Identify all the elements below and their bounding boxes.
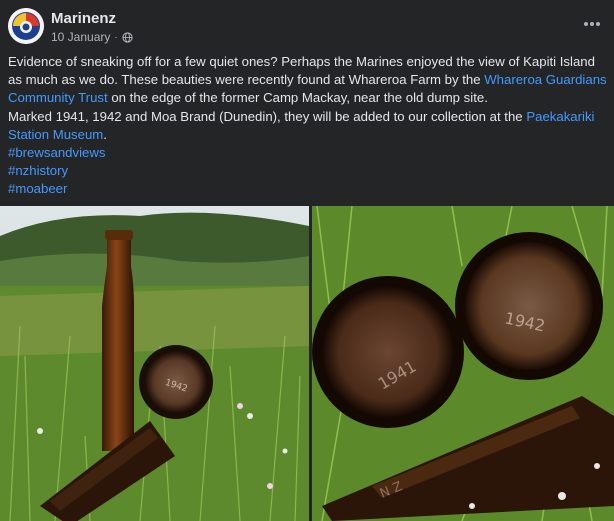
marines-logo-icon xyxy=(8,8,44,44)
post-text-segment: . xyxy=(103,126,107,142)
more-options-icon xyxy=(584,22,600,26)
post-meta: 10 January · xyxy=(51,30,133,44)
meta-separator: · xyxy=(114,31,118,43)
post-paragraph-2: Marked 1941, 1942 and Moa Brand (Dunedin… xyxy=(8,108,608,144)
post-header: Marinenz 10 January · xyxy=(8,8,606,48)
post-paragraph-1: Evidence of sneaking off for a few quiet… xyxy=(8,53,608,108)
page-avatar[interactable] xyxy=(8,8,44,44)
post-text-segment: Marked 1941, 1942 and Moa Brand (Dunedin… xyxy=(8,108,527,124)
more-options-button[interactable] xyxy=(578,14,606,34)
hashtag-brewsandviews[interactable]: #brewsandviews xyxy=(8,144,608,162)
hashtag-nzhistory[interactable]: #nzhistory xyxy=(8,162,608,180)
photo-grid: 1942 N Z 1942 1941 xyxy=(0,206,614,521)
page-name-link[interactable]: Marinenz xyxy=(51,10,116,27)
globe-icon[interactable] xyxy=(122,31,133,43)
post-date[interactable]: 10 January xyxy=(51,30,110,44)
photo-bottles-in-grass[interactable]: 1942 xyxy=(0,206,309,521)
hashtag-moabeer[interactable]: #moabeer xyxy=(8,180,608,198)
photo-bottle-bases-closeup[interactable]: N Z 1942 1941 xyxy=(312,206,614,521)
post-text-segment: on the edge of the former Camp Mackay, n… xyxy=(107,90,488,106)
post-text: Evidence of sneaking off for a few quiet… xyxy=(8,53,608,199)
